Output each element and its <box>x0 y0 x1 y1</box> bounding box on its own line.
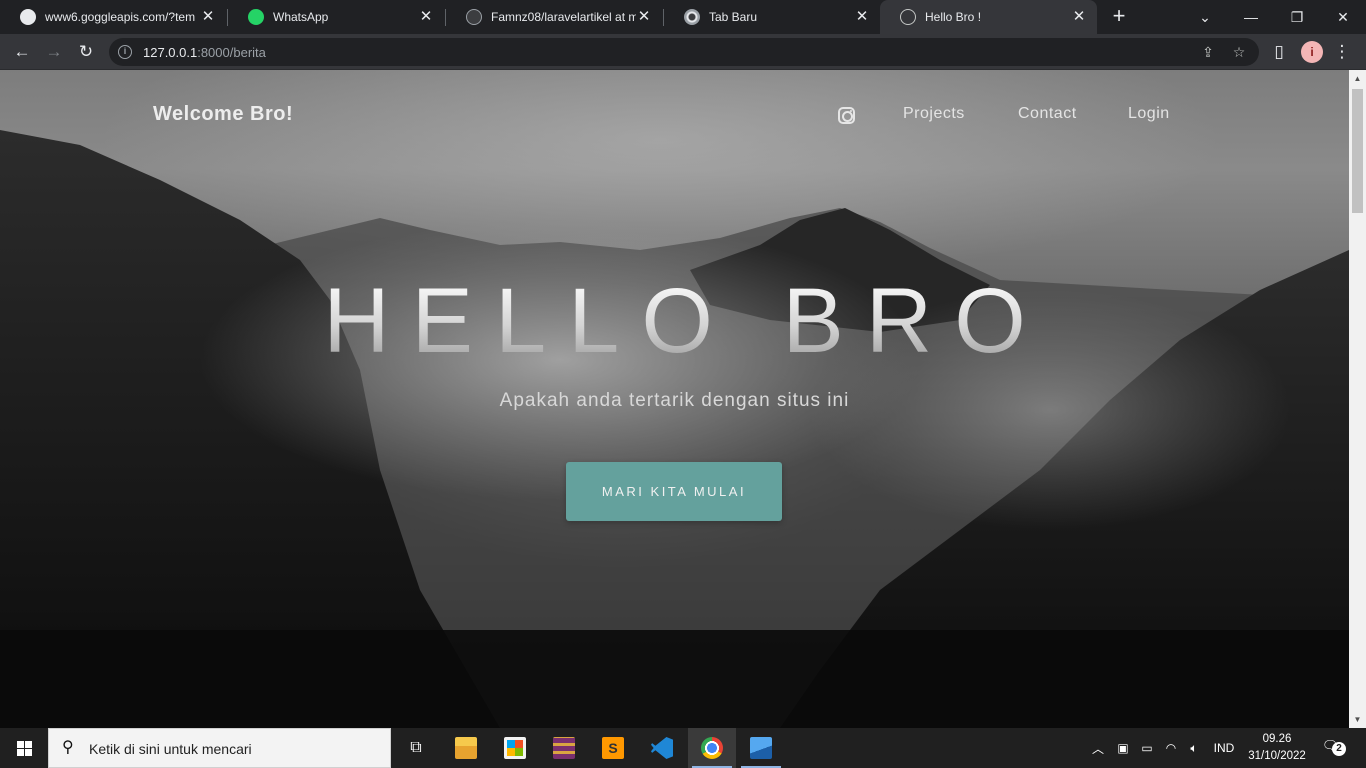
nav-login-link[interactable]: Login <box>1128 105 1170 123</box>
tab-title: Hello Bro ! <box>925 10 982 24</box>
tab-search-icon[interactable]: ⌄ <box>1182 0 1228 34</box>
nav-projects-link[interactable]: Projects <box>903 105 965 123</box>
search-icon: ⚲ <box>62 739 74 756</box>
bookmark-star-icon[interactable]: ☆ <box>1229 42 1249 62</box>
window-close-button[interactable]: ✕ <box>1320 0 1366 34</box>
photos-app-icon[interactable] <box>737 728 785 768</box>
windows-taskbar: ⚲ ⧉ S ︿ ▣ ▭ ◠ 🔈︎ IND 09.26 31/10/2022 🗨︎… <box>0 728 1366 768</box>
tab-whatsapp[interactable]: WhatsApp ✕ <box>228 0 444 34</box>
start-button[interactable] <box>0 728 48 768</box>
info-icon[interactable]: i <box>118 45 132 59</box>
close-icon[interactable]: ✕ <box>418 9 434 25</box>
close-icon[interactable]: ✕ <box>1071 9 1087 25</box>
page-viewport: Welcome Bro! Projects Contact Login HELL… <box>0 70 1349 728</box>
page-scrollbar[interactable]: ▲ ▼ <box>1349 70 1366 728</box>
file-explorer-icon[interactable] <box>442 728 490 768</box>
url-host: 127.0.0.1 <box>143 45 198 60</box>
brand-logo[interactable]: Welcome Bro! <box>153 103 293 126</box>
chrome-taskbar-icon[interactable] <box>688 728 736 768</box>
wifi-icon[interactable]: ◠ <box>1160 728 1182 768</box>
address-bar[interactable]: i 127.0.0.1:8000/berita ⇪ ☆ <box>109 38 1259 66</box>
tab-goggleapis[interactable]: www6.goggleapis.com/?tem ✕ <box>0 0 226 34</box>
side-panel-icon[interactable]: ▯ <box>1267 40 1291 64</box>
get-started-button[interactable]: MARI KITA MULAI <box>566 462 782 521</box>
whatsapp-icon <box>248 9 264 25</box>
tab-title: www6.goggleapis.com/?tem <box>45 10 196 24</box>
browser-toolbar: ← → ↻ i 127.0.0.1:8000/berita ⇪ ☆ ▯ i ⋮ <box>0 34 1366 70</box>
instagram-icon[interactable] <box>838 107 855 124</box>
url-text[interactable]: 127.0.0.1:8000/berita <box>143 45 266 60</box>
site-navbar: Welcome Bro! Projects Contact Login <box>0 70 1349 160</box>
minimize-button[interactable]: — <box>1228 0 1274 34</box>
close-icon[interactable]: ✕ <box>636 9 652 25</box>
clock-time: 09.26 <box>1262 733 1292 745</box>
system-clock[interactable]: 09.26 31/10/2022 <box>1246 731 1308 765</box>
forward-button[interactable]: → <box>42 40 66 64</box>
chrome-icon <box>684 9 700 25</box>
url-path: :8000/berita <box>197 45 266 60</box>
tab-github[interactable]: Famnz08/laravelartikel at ma ✕ <box>446 0 662 34</box>
new-tab-button[interactable]: + <box>1107 5 1131 29</box>
windows-logo-icon <box>16 740 32 756</box>
hero-title: HELLO BRO <box>0 275 1349 367</box>
vscode-icon[interactable] <box>638 728 686 768</box>
nav-contact-link[interactable]: Contact <box>1018 105 1077 123</box>
input-language[interactable]: IND <box>1208 728 1240 768</box>
menu-kebab-icon[interactable]: ⋮ <box>1330 40 1354 64</box>
tab-hello-bro[interactable]: Hello Bro ! ✕ <box>880 0 1097 34</box>
tab-title: Famnz08/laravelartikel at ma <box>491 10 636 24</box>
scrollbar-thumb[interactable] <box>1352 89 1363 213</box>
taskbar-search-input[interactable] <box>89 738 379 760</box>
github-icon <box>466 9 482 25</box>
notification-center-icon[interactable]: 🗨︎ 2 <box>1322 738 1346 758</box>
show-hidden-icons[interactable]: ︿ <box>1088 728 1108 768</box>
meet-now-icon[interactable]: ▣ <box>1112 728 1134 768</box>
tab-title: WhatsApp <box>273 10 329 24</box>
close-icon[interactable]: ✕ <box>854 9 870 25</box>
share-icon[interactable]: ⇪ <box>1198 42 1218 62</box>
profile-avatar[interactable]: i <box>1301 41 1323 63</box>
globe-icon <box>20 9 36 25</box>
hero-subtitle: Apakah anda tertarik dengan situs ini <box>499 390 850 411</box>
restore-button[interactable]: ❐ <box>1274 0 1320 34</box>
tab-title: Tab Baru <box>709 10 758 24</box>
scroll-up-arrow-icon[interactable]: ▲ <box>1349 70 1366 87</box>
taskbar-search[interactable]: ⚲ <box>48 728 391 768</box>
sublime-text-icon[interactable]: S <box>589 728 637 768</box>
globe-icon <box>900 9 916 25</box>
reload-button[interactable]: ↻ <box>74 40 98 64</box>
winrar-icon[interactable] <box>540 728 588 768</box>
tab-new-tab[interactable]: Tab Baru ✕ <box>664 0 880 34</box>
close-icon[interactable]: ✕ <box>200 9 216 25</box>
scroll-down-arrow-icon[interactable]: ▼ <box>1349 711 1366 728</box>
microsoft-store-icon[interactable] <box>491 728 539 768</box>
back-button[interactable]: ← <box>10 40 34 64</box>
notification-count-badge: 2 <box>1332 742 1346 756</box>
clock-date: 31/10/2022 <box>1248 750 1306 762</box>
volume-icon[interactable]: 🔈︎ <box>1183 728 1205 768</box>
tab-strip: www6.goggleapis.com/?tem ✕ WhatsApp ✕ Fa… <box>0 0 1366 34</box>
task-view-icon[interactable]: ⧉ <box>392 728 440 768</box>
battery-icon[interactable]: ▭ <box>1136 728 1158 768</box>
